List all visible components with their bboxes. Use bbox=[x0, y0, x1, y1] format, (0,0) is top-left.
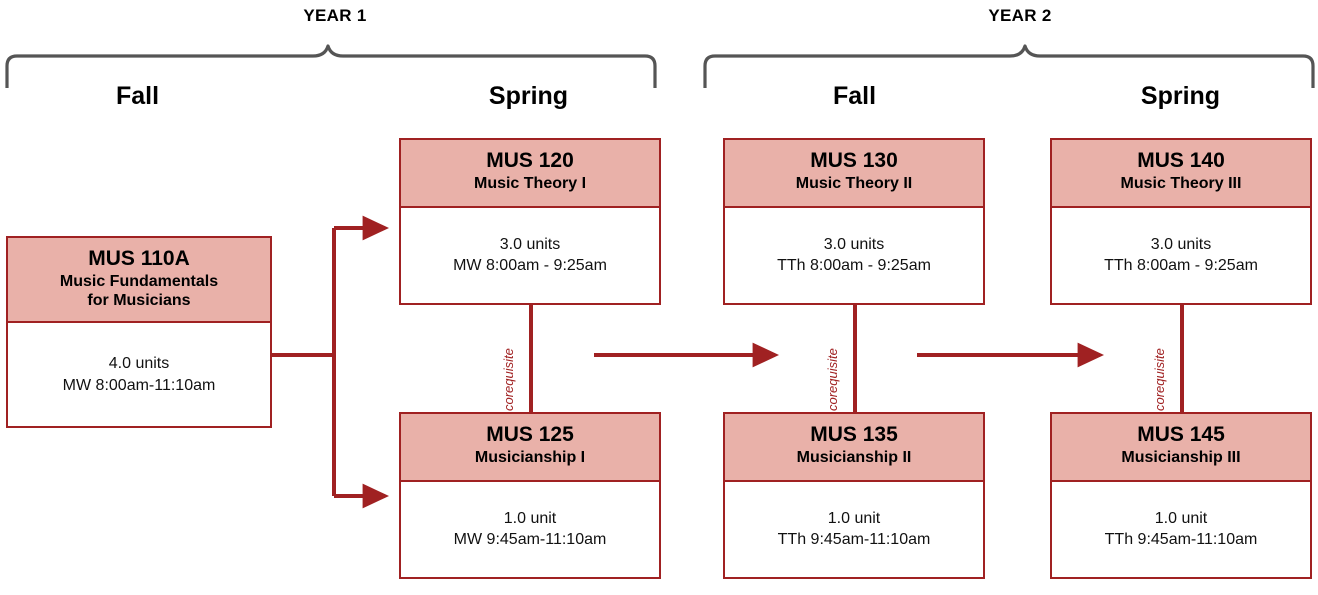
course-box-mus135[interactable]: MUS 135 Musicianship II 1.0 unit TTh 9:4… bbox=[723, 412, 985, 579]
course-title-line1: Music Theory II bbox=[795, 174, 913, 192]
course-title-line2: for Musicians bbox=[87, 291, 191, 309]
course-box-mus145[interactable]: MUS 145 Musicianship III 1.0 unit TTh 9:… bbox=[1050, 412, 1312, 579]
course-details-mus120: 3.0 units MW 8:00am - 9:25am bbox=[401, 208, 659, 303]
course-details-mus140: 3.0 units TTh 8:00am - 9:25am bbox=[1052, 208, 1310, 303]
course-code: MUS 125 bbox=[486, 423, 574, 446]
coreq-label-y2-spring: corequisite bbox=[1152, 348, 1167, 411]
course-details-mus145: 1.0 unit TTh 9:45am-11:10am bbox=[1052, 482, 1310, 577]
course-meeting-time: TTh 8:00am - 9:25am bbox=[1104, 257, 1258, 275]
course-units: 1.0 unit bbox=[827, 510, 881, 528]
course-code: MUS 130 bbox=[810, 149, 898, 172]
year-2-label: YEAR 2 bbox=[988, 6, 1052, 25]
course-header-mus145: MUS 145 Musicianship III bbox=[1052, 414, 1310, 482]
course-pathway-diagram: YEAR 1 Fall Spring YEAR 2 Fall Spring co… bbox=[0, 0, 1318, 595]
course-code: MUS 145 bbox=[1137, 423, 1225, 446]
course-code: MUS 110A bbox=[88, 247, 190, 270]
course-meeting-time: TTh 9:45am-11:10am bbox=[777, 531, 931, 549]
year-1-label: YEAR 1 bbox=[303, 6, 367, 25]
course-details-mus125: 1.0 unit MW 9:45am-11:10am bbox=[401, 482, 659, 577]
course-details-mus130: 3.0 units TTh 8:00am - 9:25am bbox=[725, 208, 983, 303]
coreq-label-y1: corequisite bbox=[501, 348, 516, 411]
course-title-line1: Music Fundamentals bbox=[59, 272, 219, 290]
course-meeting-time: MW 8:00am-11:10am bbox=[62, 376, 216, 394]
course-meeting-time: TTh 8:00am - 9:25am bbox=[777, 257, 931, 275]
course-box-mus125[interactable]: MUS 125 Musicianship I 1.0 unit MW 9:45a… bbox=[399, 412, 661, 579]
course-code: MUS 135 bbox=[810, 423, 898, 446]
course-box-mus120[interactable]: MUS 120 Music Theory I 3.0 units MW 8:00… bbox=[399, 138, 661, 305]
course-header-mus120: MUS 120 Music Theory I bbox=[401, 140, 659, 208]
course-meeting-time: MW 9:45am-11:10am bbox=[453, 531, 607, 549]
course-units: 1.0 unit bbox=[1154, 510, 1208, 528]
course-units: 4.0 units bbox=[108, 355, 170, 373]
course-code: MUS 120 bbox=[486, 149, 574, 172]
course-units: 3.0 units bbox=[823, 236, 885, 254]
course-box-mus140[interactable]: MUS 140 Music Theory III 3.0 units TTh 8… bbox=[1050, 138, 1312, 305]
course-header-mus130: MUS 130 Music Theory II bbox=[725, 140, 983, 208]
course-header-mus140: MUS 140 Music Theory III bbox=[1052, 140, 1310, 208]
course-units: 3.0 units bbox=[1150, 236, 1212, 254]
course-code: MUS 140 bbox=[1137, 149, 1225, 172]
course-box-mus130[interactable]: MUS 130 Music Theory II 3.0 units TTh 8:… bbox=[723, 138, 985, 305]
course-title-line1: Music Theory I bbox=[473, 174, 587, 192]
coreq-label-y2-fall: corequisite bbox=[825, 348, 840, 411]
course-title-line1: Musicianship II bbox=[796, 448, 912, 466]
course-title-line1: Musicianship III bbox=[1121, 448, 1241, 466]
flow-mus110a-split bbox=[272, 215, 390, 509]
course-units: 3.0 units bbox=[499, 236, 561, 254]
term-label-y2-fall: Fall bbox=[832, 82, 877, 110]
term-label-y2-spring: Spring bbox=[1140, 82, 1221, 110]
course-title-line1: Music Theory III bbox=[1120, 174, 1242, 192]
course-meeting-time: TTh 9:45am-11:10am bbox=[1104, 531, 1258, 549]
course-details-mus135: 1.0 unit TTh 9:45am-11:10am bbox=[725, 482, 983, 577]
course-meeting-time: MW 8:00am - 9:25am bbox=[453, 257, 607, 275]
term-label-y1-spring: Spring bbox=[488, 82, 569, 110]
course-title-line1: Musicianship I bbox=[474, 448, 586, 466]
course-header-mus110a: MUS 110A Music Fundamentals for Musician… bbox=[8, 238, 270, 324]
course-box-mus110a[interactable]: MUS 110A Music Fundamentals for Musician… bbox=[6, 236, 272, 428]
term-label-y1-fall: Fall bbox=[115, 82, 160, 110]
course-units: 1.0 unit bbox=[503, 510, 557, 528]
course-details-mus110a: 4.0 units MW 8:00am-11:10am bbox=[8, 323, 270, 426]
course-header-mus125: MUS 125 Musicianship I bbox=[401, 414, 659, 482]
course-header-mus135: MUS 135 Musicianship II bbox=[725, 414, 983, 482]
